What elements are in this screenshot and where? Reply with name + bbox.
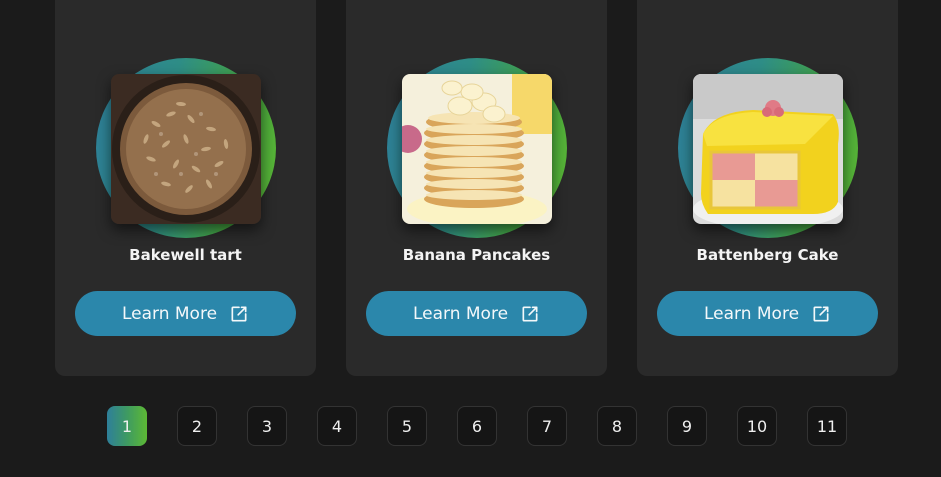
external-link-icon [231, 306, 247, 321]
recipe-title: Battenberg Cake [696, 246, 839, 264]
external-link-icon [813, 306, 829, 321]
recipe-card-battenberg-cake: Battenberg Cake Learn More [637, 0, 898, 376]
bakewell-tart-photo [111, 74, 261, 224]
banana-pancakes-photo [402, 74, 552, 224]
battenberg-cake-photo [693, 74, 843, 224]
recipe-title: Bakewell tart [129, 246, 242, 264]
page-button-11[interactable]: 11 [807, 406, 847, 446]
page-button-8[interactable]: 8 [597, 406, 637, 446]
page-button-10[interactable]: 10 [737, 406, 777, 446]
recipe-card-list: Bakewell tart Learn More Banana Pancakes… [55, 0, 898, 376]
recipe-card-banana-pancakes: Banana Pancakes Learn More [346, 0, 607, 376]
page-button-3[interactable]: 3 [247, 406, 287, 446]
learn-more-button[interactable]: Learn More [657, 291, 878, 336]
recipe-title: Banana Pancakes [402, 246, 551, 264]
page-button-7[interactable]: 7 [527, 406, 567, 446]
page-button-6[interactable]: 6 [457, 406, 497, 446]
pagination: 1 2 3 4 5 6 7 8 9 10 11 [107, 406, 847, 446]
external-link-icon [522, 306, 538, 321]
learn-more-button[interactable]: Learn More [366, 291, 587, 336]
learn-more-label: Learn More [703, 303, 800, 324]
recipe-card-bakewell-tart: Bakewell tart Learn More [55, 0, 316, 376]
page-button-9[interactable]: 9 [667, 406, 707, 446]
page-button-2[interactable]: 2 [177, 406, 217, 446]
learn-more-label: Learn More [121, 303, 218, 324]
page-button-1[interactable]: 1 [107, 406, 147, 446]
learn-more-label: Learn More [412, 303, 509, 324]
page-button-5[interactable]: 5 [387, 406, 427, 446]
page-button-4[interactable]: 4 [317, 406, 357, 446]
learn-more-button[interactable]: Learn More [75, 291, 296, 336]
